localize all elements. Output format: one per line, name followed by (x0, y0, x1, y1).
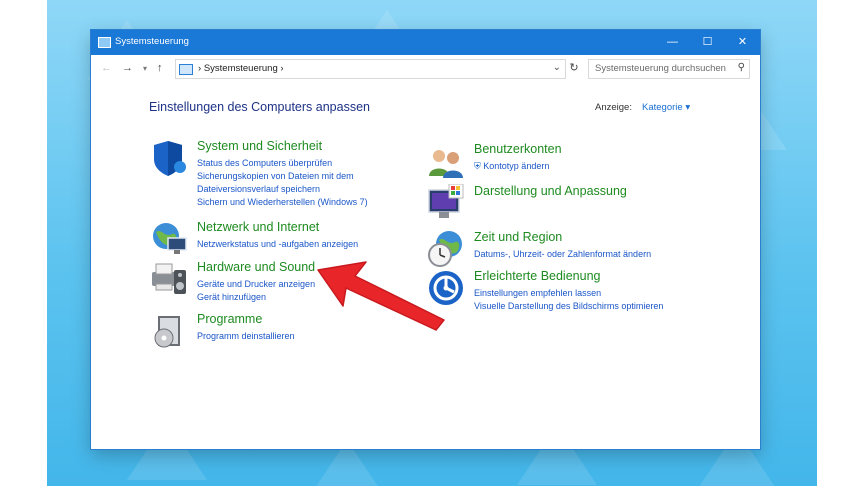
annotation-arrow-icon (317, 261, 445, 331)
